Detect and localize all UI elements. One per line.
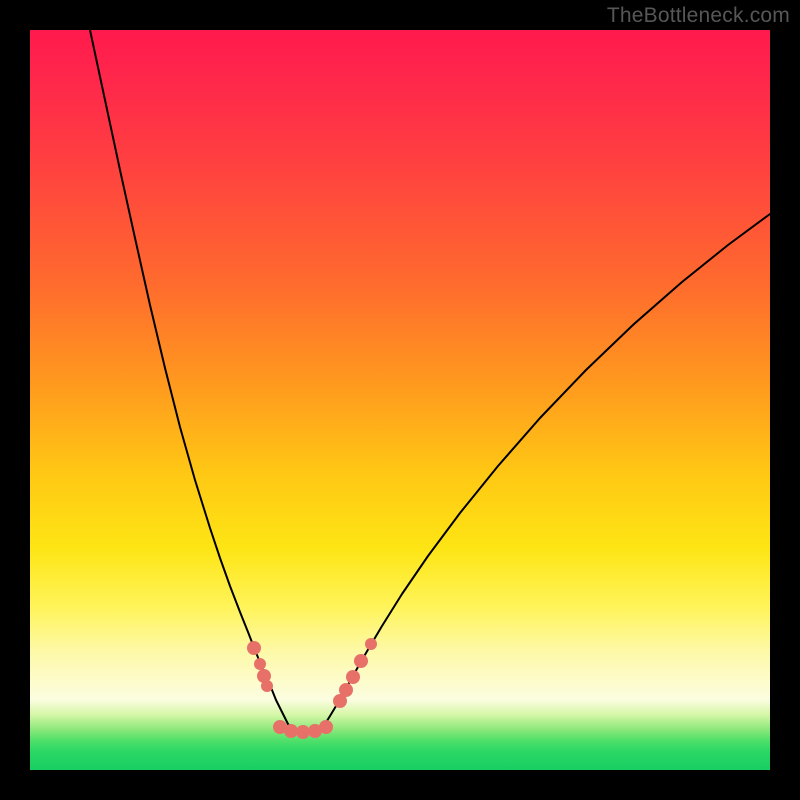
marker-dot (296, 725, 310, 739)
marker-dot (247, 641, 261, 655)
marker-group (247, 638, 377, 739)
curve-right-curve (325, 214, 770, 724)
marker-dot (284, 724, 298, 738)
curve-left-curve (90, 30, 288, 724)
chart-svg (30, 30, 770, 770)
marker-dot (339, 683, 353, 697)
marker-dot (254, 658, 266, 670)
chart-frame: TheBottleneck.com (0, 0, 800, 800)
chart-plot-area (30, 30, 770, 770)
watermark-text: TheBottleneck.com (607, 4, 790, 28)
marker-dot (319, 720, 333, 734)
curve-group (90, 30, 770, 733)
marker-dot (365, 638, 377, 650)
marker-dot (346, 670, 360, 684)
marker-dot (261, 680, 273, 692)
marker-dot (354, 654, 368, 668)
